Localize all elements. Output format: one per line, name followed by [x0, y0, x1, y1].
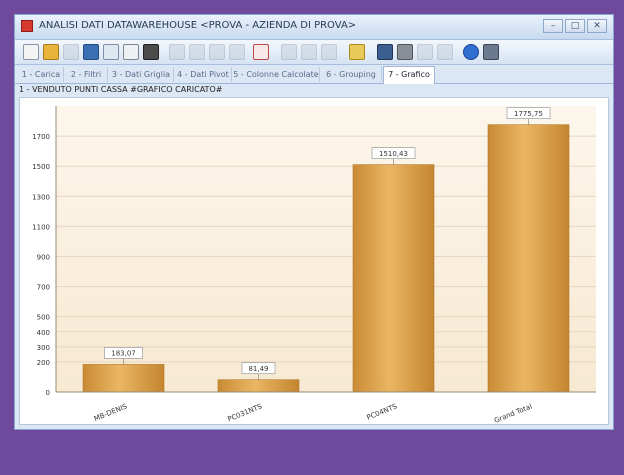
y-tick-label: 400 [37, 329, 50, 337]
bar[interactable] [487, 124, 570, 393]
y-tick-label: 300 [37, 344, 50, 352]
x-tick-label: MB-DENIS [93, 402, 129, 423]
toolbar [15, 40, 613, 65]
y-tick-label: 500 [37, 314, 50, 322]
tab-grouping[interactable]: 6 - Grouping [321, 67, 382, 82]
filter-icon[interactable] [229, 44, 245, 60]
tab-strip: 1 - Carica 2 - Filtri 3 - Dati Griglia 4… [15, 65, 613, 84]
chart-panel: 0 200 300 400 500 700 900 1100 1300 1500 1700 183,… [19, 97, 609, 425]
new-document-icon[interactable] [23, 44, 39, 60]
x-tick-label: Grand Total [493, 402, 533, 424]
cut-icon[interactable] [63, 44, 79, 60]
x-tick-label: PC031NTS [226, 402, 263, 423]
chart-line-icon[interactable] [253, 44, 269, 60]
bar-chart: 0 200 300 400 500 700 900 1100 1300 1500 1700 183,… [32, 106, 596, 425]
pivot-icon[interactable] [281, 44, 297, 60]
app-window: ANALISI DATI DATAWAREHOUSE <PROVA - AZIE… [14, 14, 614, 430]
open-folder-icon[interactable] [43, 44, 59, 60]
data-label: 1775,75 [514, 110, 543, 118]
download-icon[interactable] [437, 44, 453, 60]
y-tick-label: 1700 [32, 133, 50, 141]
sort-icon[interactable] [209, 44, 225, 60]
copy-icon[interactable] [123, 44, 139, 60]
app-icon [21, 20, 33, 32]
data-label: 183,07 [111, 350, 136, 358]
bar[interactable] [217, 379, 300, 393]
bar[interactable] [352, 164, 435, 393]
data-label: 1510,43 [379, 150, 408, 158]
tab-colonne-calcolate[interactable]: 5 - Colonne Calcolate [233, 67, 320, 82]
exit-icon[interactable] [483, 44, 499, 60]
data-label: 81,49 [248, 365, 268, 373]
tab-carica[interactable]: 1 - Carica [19, 67, 64, 82]
tab-filtri[interactable]: 2 - Filtri [65, 67, 108, 82]
bar[interactable] [82, 364, 165, 393]
sort-desc-icon[interactable] [189, 44, 205, 60]
y-tick-label: 1100 [32, 223, 50, 231]
x-tick-label: PC04NTS [366, 402, 399, 422]
layout-icon[interactable] [349, 44, 365, 60]
tab-grafico[interactable]: 7 - Grafico [383, 66, 435, 84]
export-icon[interactable] [417, 44, 433, 60]
y-tick-label: 1300 [32, 193, 50, 201]
minimize-button[interactable]: – [543, 19, 563, 33]
title-bar: ANALISI DATI DATAWAREHOUSE <PROVA - AZIE… [15, 15, 613, 40]
columns-icon[interactable] [321, 44, 337, 60]
tab-dati-pivot[interactable]: 4 - Dati Pivot [175, 67, 232, 82]
monitor-icon[interactable] [377, 44, 393, 60]
y-tick-label: 700 [37, 284, 50, 292]
y-tick-label: 1500 [32, 163, 50, 171]
save-icon[interactable] [83, 44, 99, 60]
tab-dati-griglia[interactable]: 3 - Dati Griglia [109, 67, 174, 82]
y-tick-label: 200 [37, 359, 50, 367]
restore-button[interactable]: □ [565, 19, 585, 33]
print-icon[interactable] [397, 44, 413, 60]
sort-asc-icon[interactable] [169, 44, 185, 60]
find-icon[interactable] [143, 44, 159, 60]
report-title: 1 - VENDUTO PUNTI CASSA #GRAFICO CARICAT… [19, 85, 223, 94]
grid-icon[interactable] [301, 44, 317, 60]
y-tick-label: 900 [37, 254, 50, 262]
window-title: ANALISI DATI DATAWAREHOUSE <PROVA - AZIE… [39, 20, 357, 31]
close-button[interactable]: ✕ [587, 19, 607, 33]
y-tick-label: 0 [46, 389, 50, 397]
help-icon[interactable] [463, 44, 479, 60]
undo-icon[interactable] [103, 44, 119, 60]
